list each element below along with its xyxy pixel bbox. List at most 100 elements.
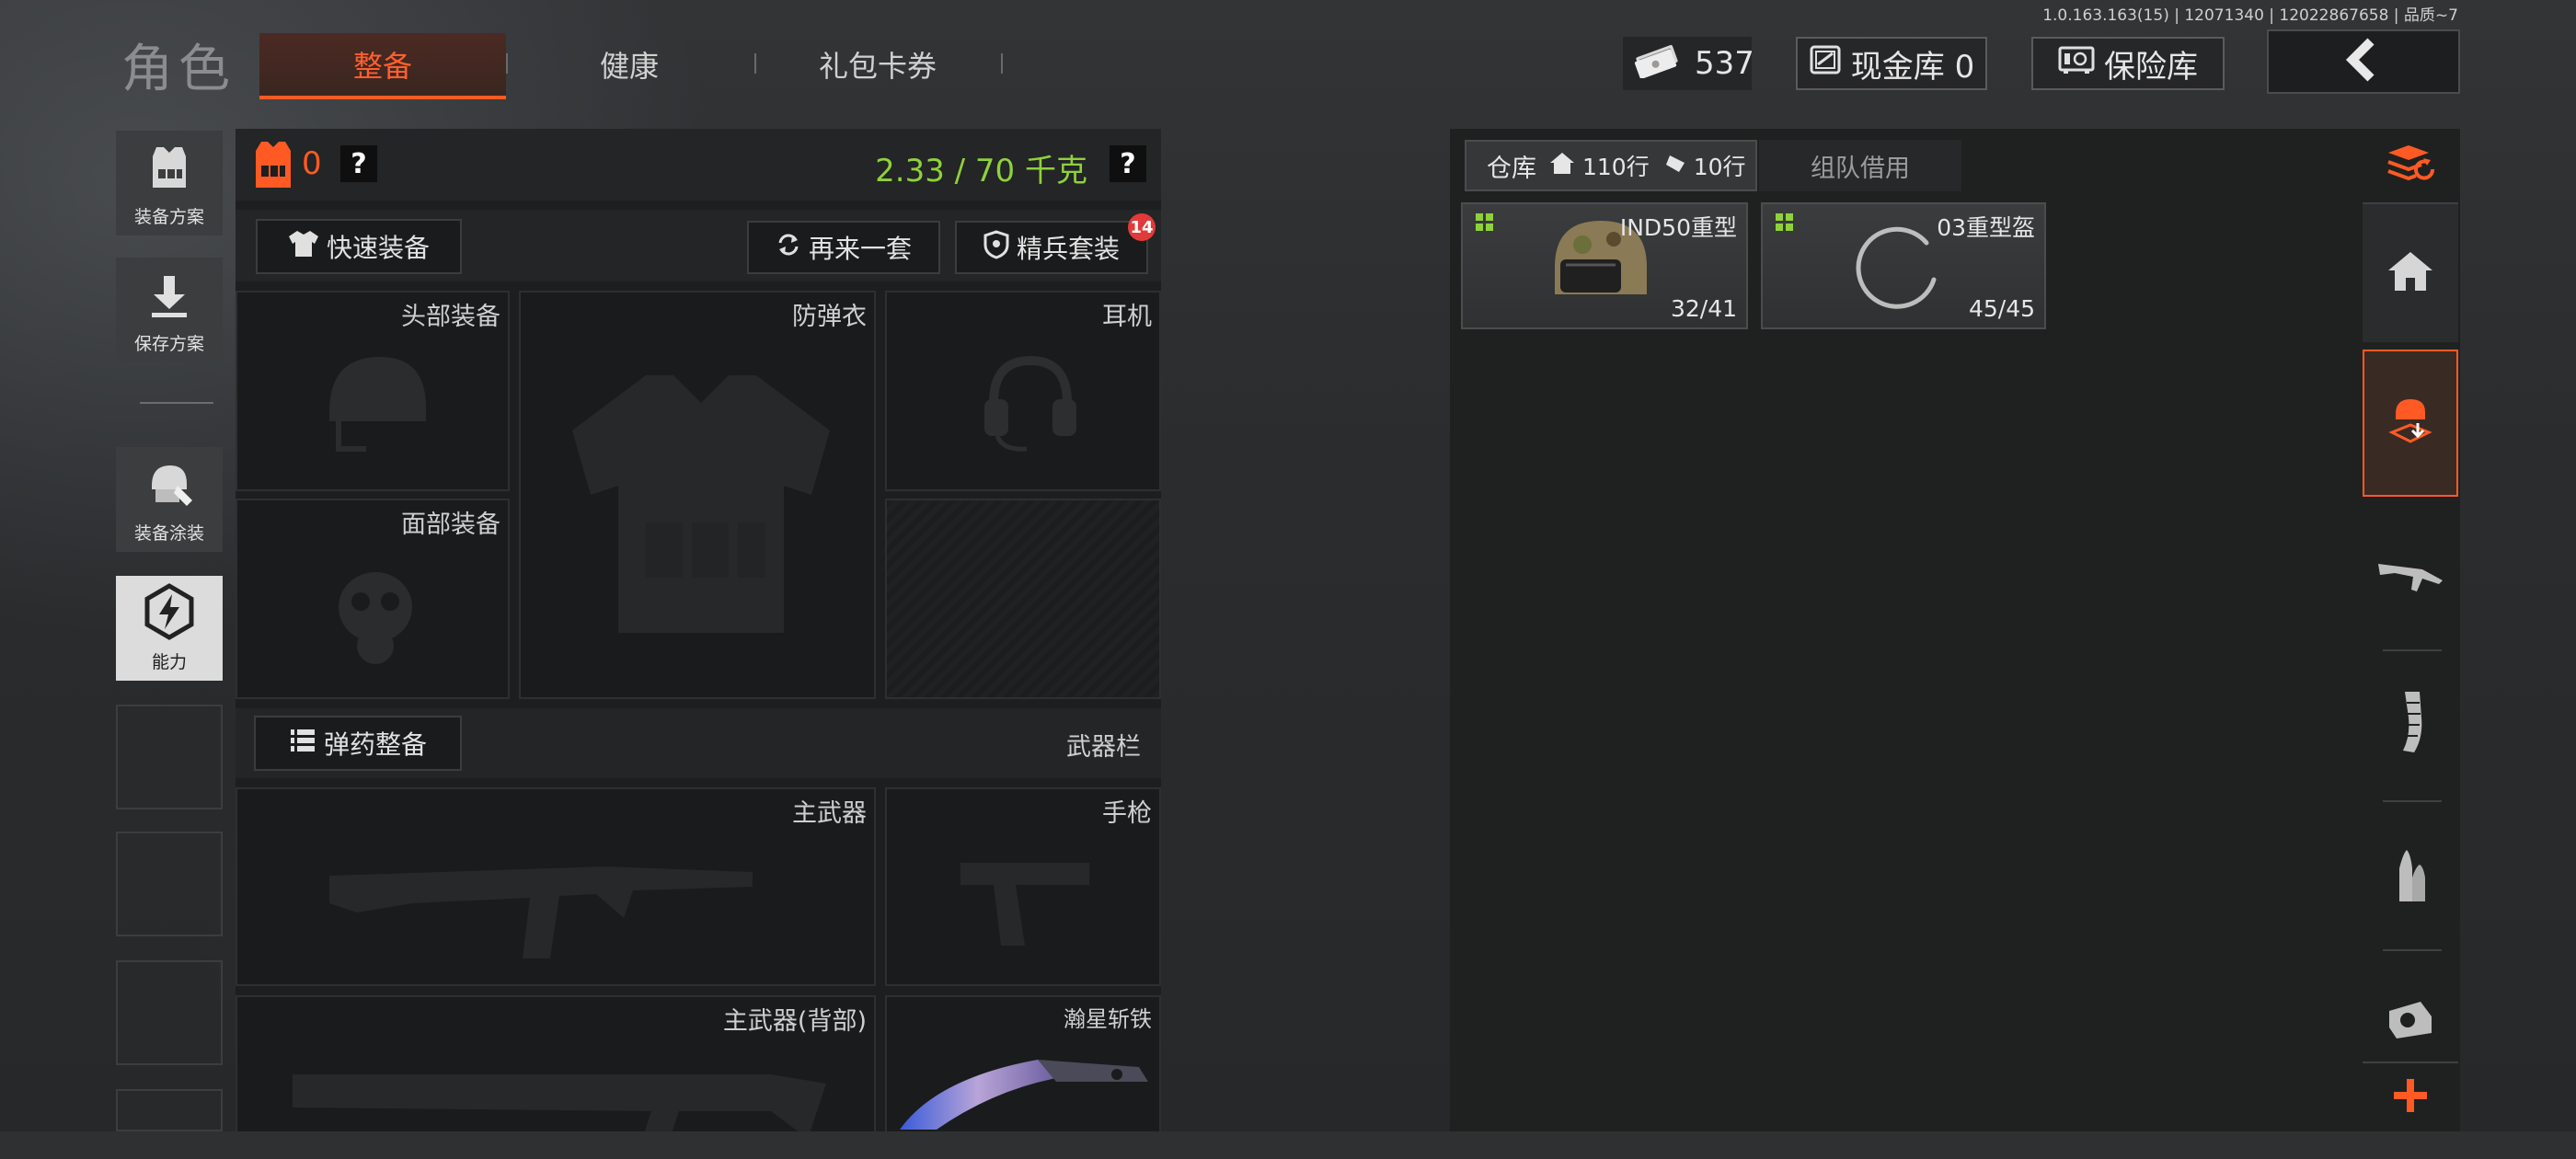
- team-borrow-tab[interactable]: 组队借用: [1759, 140, 1961, 191]
- sort-button[interactable]: [2363, 131, 2458, 202]
- headset-slot[interactable]: 耳机: [885, 291, 1161, 491]
- shield-icon: [983, 229, 1009, 266]
- storage-item[interactable]: IND50重型 32/41: [1461, 202, 1748, 329]
- rifle-icon: [2376, 555, 2444, 599]
- tab-gift-coupons[interactable]: 礼包卡券: [754, 33, 1001, 96]
- grid-size-icon: [1776, 213, 1794, 235]
- home-small-icon: [1549, 151, 1575, 181]
- team-borrow-label: 组队借用: [1811, 154, 1910, 183]
- cash-vault-button[interactable]: 现金库 0: [1796, 37, 1987, 90]
- version-text: 1.0.163.163(15) | 12071340 | 12022867658…: [2042, 6, 2458, 25]
- empty-side-slot: [116, 1089, 223, 1131]
- side-label: 装备方案: [133, 207, 204, 227]
- quick-equip-button[interactable]: 快速装备: [256, 219, 462, 274]
- body-armor-slot[interactable]: 防弹衣: [519, 291, 876, 699]
- weight-value: 2.33 / 70 千克: [875, 153, 1087, 189]
- rail-divider: [2383, 649, 2442, 651]
- face-slot[interactable]: 面部装备: [236, 499, 510, 699]
- side-label: 保存方案: [133, 334, 204, 354]
- elite-set-button[interactable]: 精兵套装: [955, 221, 1148, 274]
- side-label: 装备涂装: [133, 523, 204, 544]
- item-durability: 32/41: [1670, 295, 1737, 322]
- plus-icon: [2390, 1075, 2431, 1119]
- scope-icon: [2384, 996, 2437, 1046]
- warehouse-tab[interactable]: 仓库 110行 10行: [1465, 140, 1757, 191]
- slot-label: 防弹衣: [792, 303, 867, 331]
- magazine-icon: [2392, 690, 2429, 758]
- empty-side-slot: [116, 705, 223, 809]
- bottom-bar: [0, 1131, 2576, 1159]
- refresh-icon: [776, 232, 801, 264]
- cash-vault-label: 现金库 0: [1850, 48, 1975, 86]
- safe-label: 保险库: [2104, 48, 2198, 86]
- weight-help-icon[interactable]: ?: [1110, 145, 1146, 182]
- page-title: 角色: [121, 40, 236, 99]
- empty-side-slot: [116, 832, 223, 936]
- item-durability: 45/45: [1968, 295, 2035, 322]
- weapon-bar-label: 武器栏: [1066, 733, 1141, 762]
- slot-label: 耳机: [1102, 303, 1152, 331]
- safe-button[interactable]: 保险库: [2031, 37, 2225, 90]
- pistol-slot[interactable]: 手枪: [885, 787, 1161, 986]
- safe-icon: [2058, 45, 2095, 83]
- side-divider: [140, 402, 213, 404]
- loadout-plan-button[interactable]: 装备方案: [116, 131, 223, 235]
- rail-rifle-button[interactable]: [2363, 508, 2458, 646]
- currency-value: 537: [1695, 45, 1754, 82]
- rail-divider: [2383, 949, 2442, 951]
- armor-level-icon: [250, 138, 296, 195]
- tab-prepare[interactable]: 整备: [259, 33, 506, 99]
- vest-silhouette-icon: [554, 357, 848, 664]
- back-button[interactable]: [2267, 29, 2460, 94]
- rifle-back-silhouette-icon: [293, 1056, 826, 1142]
- vest-icon: [144, 142, 195, 198]
- notification-badge: 14: [1128, 213, 1156, 241]
- again-set-button[interactable]: 再来一套: [747, 221, 940, 274]
- rail-home-button[interactable]: [2363, 204, 2458, 342]
- ticket-small-icon: [1664, 152, 1686, 180]
- ticket-rows: 10行: [1693, 154, 1746, 180]
- side-label: 能力: [151, 652, 187, 672]
- slot-label: 手枪: [1102, 799, 1152, 828]
- rail-add-button[interactable]: [2363, 1061, 2458, 1131]
- cash-icon: [1632, 41, 1682, 86]
- slot-label: 面部装备: [401, 511, 500, 539]
- rail-magazine-button[interactable]: [2363, 655, 2458, 793]
- rail-gear-drop-button[interactable]: [2363, 350, 2458, 497]
- download-icon: [146, 272, 192, 325]
- help-icon[interactable]: ?: [340, 145, 377, 182]
- quick-equip-label: 快速装备: [326, 233, 430, 263]
- rail-bullets-button[interactable]: [2363, 806, 2458, 944]
- head-slot[interactable]: 头部装备: [236, 291, 510, 491]
- grid-size-icon: [1476, 213, 1494, 235]
- tab-health[interactable]: 健康: [506, 33, 753, 96]
- home-rows: 110行: [1582, 154, 1650, 180]
- melee-slot[interactable]: 瀚星斩铁: [885, 995, 1161, 1131]
- slot-label: 头部装备: [401, 303, 500, 331]
- bullets-icon: [2392, 841, 2429, 909]
- tab-label: 健康: [599, 49, 659, 84]
- helmet-silhouette-icon: [311, 339, 440, 471]
- currency-display[interactable]: 537: [1623, 37, 1754, 90]
- slot-label: 主武器(背部): [722, 1007, 867, 1036]
- home-icon: [2386, 250, 2434, 296]
- empty-side-slot: [116, 960, 223, 1065]
- gear-drop-icon: [2386, 396, 2434, 451]
- again-set-label: 再来一套: [808, 234, 912, 264]
- equipment-paint-button[interactable]: 装备涂装: [116, 447, 223, 552]
- armor-level-value: 0: [302, 145, 322, 182]
- primary-weapon-slot[interactable]: 主武器: [236, 787, 876, 986]
- save-plan-button[interactable]: 保存方案: [116, 258, 223, 362]
- ammo-prepare-label: 弹药整备: [323, 729, 427, 760]
- tab-divider: [1001, 53, 1003, 74]
- helmet-paint-icon: [143, 458, 196, 516]
- elite-set-label: 精兵套装: [1016, 234, 1120, 264]
- tab-label: 整备: [352, 49, 412, 84]
- cash-vault-icon: [1809, 44, 1842, 84]
- primary-back-weapon-slot[interactable]: 主武器(背部): [236, 995, 876, 1139]
- loading-spinner-icon: [1853, 223, 1945, 318]
- ability-button[interactable]: 能力: [116, 576, 223, 681]
- rail-divider: [2383, 800, 2442, 802]
- storage-item[interactable]: 03重型盔 45/45: [1761, 202, 2046, 329]
- ammo-prepare-button[interactable]: 弹药整备: [254, 716, 462, 771]
